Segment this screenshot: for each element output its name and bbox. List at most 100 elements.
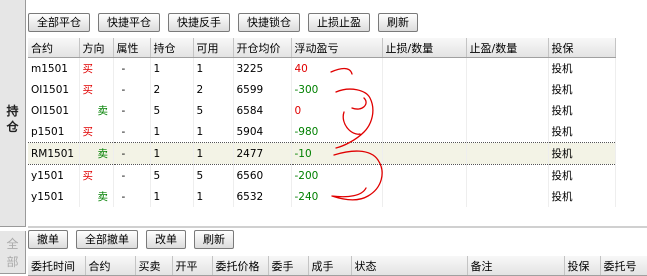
cell-take-profit	[466, 121, 549, 143]
refresh-positions-button[interactable]: 刷新	[378, 13, 418, 32]
cell-contract: y1501	[28, 186, 80, 207]
cell-hedge: 投机	[548, 164, 616, 186]
cell-position: 1	[150, 142, 194, 165]
cell-contract: m1501	[28, 57, 80, 79]
close-all-button[interactable]: 全部平仓	[28, 13, 90, 32]
cell-position: 1	[150, 186, 194, 207]
col-header-hedge[interactable]: 投保	[548, 38, 616, 58]
cell-contract: RM1501	[28, 142, 80, 165]
col-header-attribute[interactable]: 属性	[113, 38, 151, 58]
orders-table: 委托时间 合约 买卖 开平 委托价格 委手 成手 状态 备注 投保 委托号	[28, 256, 647, 276]
cell-attribute: -	[113, 79, 151, 100]
cell-hedge: 投机	[548, 57, 616, 79]
cell-take-profit	[466, 79, 549, 100]
cell-contract: OI1501	[28, 79, 80, 100]
cell-attribute: -	[113, 164, 151, 186]
modify-order-button[interactable]: 改单	[146, 230, 186, 249]
cell-stop-loss	[382, 121, 467, 143]
cell-hedge: 投机	[548, 186, 616, 207]
cancel-all-orders-button[interactable]: 全部撤单	[76, 230, 138, 249]
cell-position: 5	[150, 100, 194, 121]
cell-floating-pnl: -980	[291, 121, 383, 143]
cell-contract: y1501	[28, 164, 80, 186]
cell-avg-price: 6532	[233, 186, 292, 207]
position-row[interactable]: y1501 卖 -1 1 6532 -240 投机	[28, 186, 616, 207]
position-row[interactable]: p1501 买 -1 1 5904 -980 投机	[28, 121, 616, 143]
cell-direction: 买	[79, 79, 114, 100]
quick-lock-button[interactable]: 快捷锁仓	[238, 13, 300, 32]
cell-available: 1	[193, 57, 234, 79]
position-row[interactable]: OI1501 卖 -5 5 6584 0 投机	[28, 100, 616, 121]
cell-attribute: -	[113, 100, 151, 121]
quick-reverse-button[interactable]: 快捷反手	[168, 13, 230, 32]
cell-avg-price: 5904	[233, 121, 292, 143]
cell-contract: p1501	[28, 121, 80, 143]
positions-table: 合约 方向 属性 持仓 可用 开仓均价 浮动盈亏 止损/数量 止盈/数量 投保 …	[28, 38, 616, 207]
position-row[interactable]: RM1501 卖 -1 1 2477 -10 投机	[28, 142, 616, 165]
cell-hedge: 投机	[548, 142, 616, 165]
cell-contract: OI1501	[28, 100, 80, 121]
cell-take-profit	[466, 100, 549, 121]
cell-stop-loss	[382, 164, 467, 186]
cell-floating-pnl: -10	[291, 142, 383, 165]
cell-direction: 买	[79, 164, 114, 186]
cell-attribute: -	[113, 57, 151, 79]
tab-positions[interactable]: 持 仓	[0, 0, 26, 227]
cell-position: 5	[150, 164, 194, 186]
col-header-avg-price[interactable]: 开仓均价	[233, 38, 292, 58]
cell-direction: 买	[79, 121, 114, 143]
cell-attribute: -	[113, 142, 151, 165]
refresh-orders-button[interactable]: 刷新	[194, 230, 234, 249]
cell-stop-loss	[382, 100, 467, 121]
cell-take-profit	[466, 164, 549, 186]
cell-avg-price: 2477	[233, 142, 292, 165]
cell-available: 2	[193, 79, 234, 100]
cell-stop-loss	[382, 79, 467, 100]
positions-header-row: 合约 方向 属性 持仓 可用 开仓均价 浮动盈亏 止损/数量 止盈/数量 投保	[28, 38, 616, 58]
cancel-order-button[interactable]: 撤单	[28, 230, 68, 249]
cell-avg-price: 6599	[233, 79, 292, 100]
position-row[interactable]: OI1501 买 -2 2 6599 -300 投机	[28, 79, 616, 100]
cell-available: 5	[193, 164, 234, 186]
col-header-floating-pnl[interactable]: 浮动盈亏	[291, 38, 383, 58]
cell-direction: 买	[79, 57, 114, 79]
col-header-stop-loss[interactable]: 止损/数量	[382, 38, 467, 58]
positions-toolbar: 全部平仓 快捷平仓 快捷反手 快捷锁仓 止损止盈 刷新	[28, 13, 418, 32]
col-header-available[interactable]: 可用	[193, 38, 234, 58]
cell-direction: 卖	[79, 100, 114, 121]
cell-position: 2	[150, 79, 194, 100]
panel-divider[interactable]	[28, 226, 647, 228]
cell-floating-pnl: -200	[291, 164, 383, 186]
cell-attribute: -	[113, 121, 151, 143]
cell-available: 5	[193, 100, 234, 121]
cell-available: 1	[193, 186, 234, 207]
col-header-take-profit[interactable]: 止盈/数量	[466, 38, 549, 58]
tab-orders-char-1: 全	[6, 237, 19, 251]
quick-close-button[interactable]: 快捷平仓	[98, 13, 160, 32]
cell-direction: 卖	[79, 142, 114, 165]
cell-stop-loss	[382, 142, 467, 165]
col-header-contract[interactable]: 合约	[28, 38, 80, 58]
cell-avg-price: 3225	[233, 57, 292, 79]
cell-avg-price: 6584	[233, 100, 292, 121]
cell-available: 1	[193, 121, 234, 143]
cell-take-profit	[466, 142, 549, 165]
col-header-position[interactable]: 持仓	[150, 38, 194, 58]
cell-take-profit	[466, 186, 549, 207]
tab-orders[interactable]: 全 部	[0, 231, 26, 274]
cell-hedge: 投机	[548, 79, 616, 100]
cell-position: 1	[150, 121, 194, 143]
cell-stop-loss	[382, 186, 467, 207]
tab-orders-char-2: 部	[6, 255, 19, 269]
cell-direction: 卖	[79, 186, 114, 207]
cell-attribute: -	[113, 186, 151, 207]
cell-floating-pnl: 0	[291, 100, 383, 121]
stop-loss-take-profit-button[interactable]: 止损止盈	[308, 13, 370, 32]
tab-positions-char-1: 持	[6, 104, 19, 118]
cell-floating-pnl: -240	[291, 186, 383, 207]
cell-floating-pnl: -300	[291, 79, 383, 100]
col-header-direction[interactable]: 方向	[79, 38, 114, 58]
position-row[interactable]: y1501 买 -5 5 6560 -200 投机	[28, 164, 616, 186]
position-row[interactable]: m1501 买 -1 1 3225 40 投机	[28, 57, 616, 79]
tab-positions-char-2: 仓	[6, 120, 19, 134]
